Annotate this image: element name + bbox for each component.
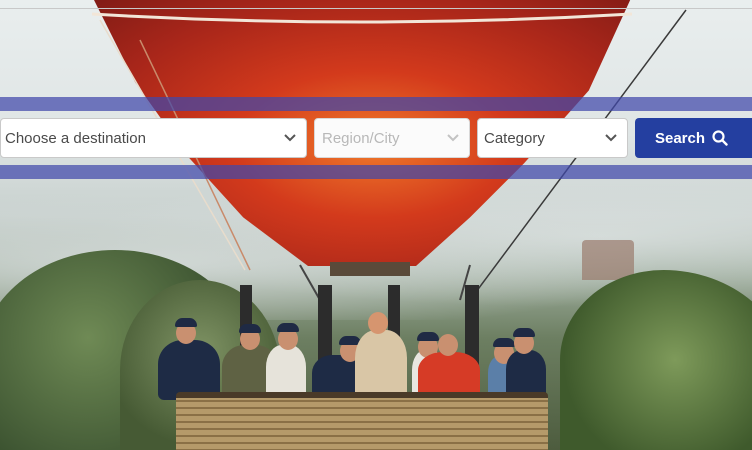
region-city-select-label: Region/City: [322, 129, 400, 147]
destination-select-label: Choose a destination: [5, 129, 146, 147]
search-button[interactable]: Search: [635, 118, 752, 158]
category-select-label: Category: [484, 129, 545, 147]
search-icon: [712, 130, 728, 146]
basket: [176, 392, 548, 450]
hero-background-image: [0, 0, 752, 450]
chevron-down-icon: [284, 132, 296, 144]
chevron-down-icon: [605, 132, 617, 144]
destination-select[interactable]: Choose a destination: [0, 118, 307, 158]
search-band-top: [0, 97, 752, 111]
chevron-down-icon: [447, 132, 459, 144]
region-city-select[interactable]: Region/City: [314, 118, 470, 158]
category-select[interactable]: Category: [477, 118, 628, 158]
search-button-label: Search: [654, 129, 706, 147]
search-band-bottom: [0, 165, 752, 179]
